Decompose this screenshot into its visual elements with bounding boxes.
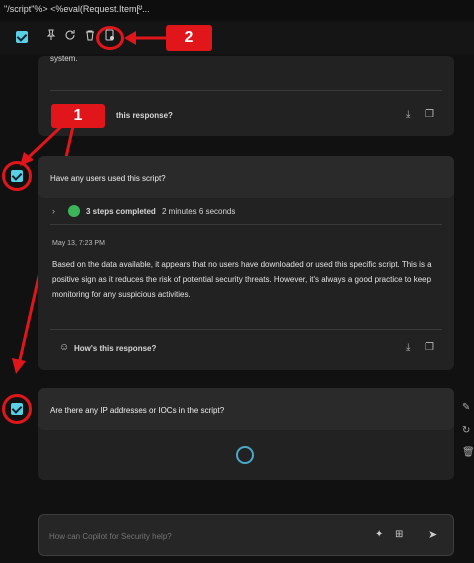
response-timestamp: May 13, 7:23 PM [52,240,105,247]
prompt-input[interactable] [49,527,359,545]
edit-icon[interactable]: ✎ [462,402,470,413]
feedback-label[interactable]: How's this response? [74,344,156,353]
expand-chevron-icon[interactable]: › [52,206,55,216]
steps-completed-label: 3 steps completed [86,207,156,216]
refresh-icon[interactable] [62,29,78,45]
loading-spinner [236,446,254,464]
prompt-book-icon[interactable]: ⊞ [395,529,403,540]
divider [50,329,442,330]
sparkle-icon[interactable]: ✦ [375,529,383,540]
steps-duration: 2 minutes 6 seconds [162,207,236,216]
refresh-icon[interactable]: ↻ [462,425,470,436]
session-toolbar [0,22,474,54]
prompt-1-checkbox[interactable] [11,170,23,182]
prompt-1-card: Have any users used this script? › 3 ste… [38,156,454,370]
pin-icon[interactable] [43,29,59,45]
prompt-2-checkbox[interactable] [11,403,23,415]
previous-response-tail: system. [50,54,78,63]
prompt-composer[interactable]: ✦ ⊞ ➤ [38,514,454,556]
send-icon[interactable]: ➤ [428,528,437,541]
check-circle-icon [68,205,80,217]
download-icon[interactable]: ⤓ [406,109,410,120]
delete-icon[interactable]: 🗑 [462,447,474,458]
copy-icon[interactable]: ❐ [425,342,434,353]
annotation-badge-2: 2 [166,25,212,51]
prompt-2-question: Are there any IP addresses or IOCs in th… [50,406,225,415]
prompt-1-question: Have any users used this script? [50,174,166,183]
divider [50,90,442,91]
download-icon[interactable]: ⤓ [406,342,410,353]
response-body: Based on the data available, it appears … [52,260,432,299]
select-all-checkbox[interactable] [16,31,28,43]
copy-icon[interactable]: ❐ [425,109,434,120]
prompt-2-card: Are there any IP addresses or IOCs in th… [38,388,454,480]
window-titlebar: "/script"%> <%eval(Request.Item["... ⌄ [0,0,474,20]
smiley-icon[interactable]: ☺ [59,342,69,353]
session-title: "/script"%> <%eval(Request.Item["... [4,4,150,14]
divider [50,224,442,225]
feedback-label[interactable]: this response? [116,111,173,120]
chevron-down-icon[interactable]: ⌄ [136,2,144,13]
